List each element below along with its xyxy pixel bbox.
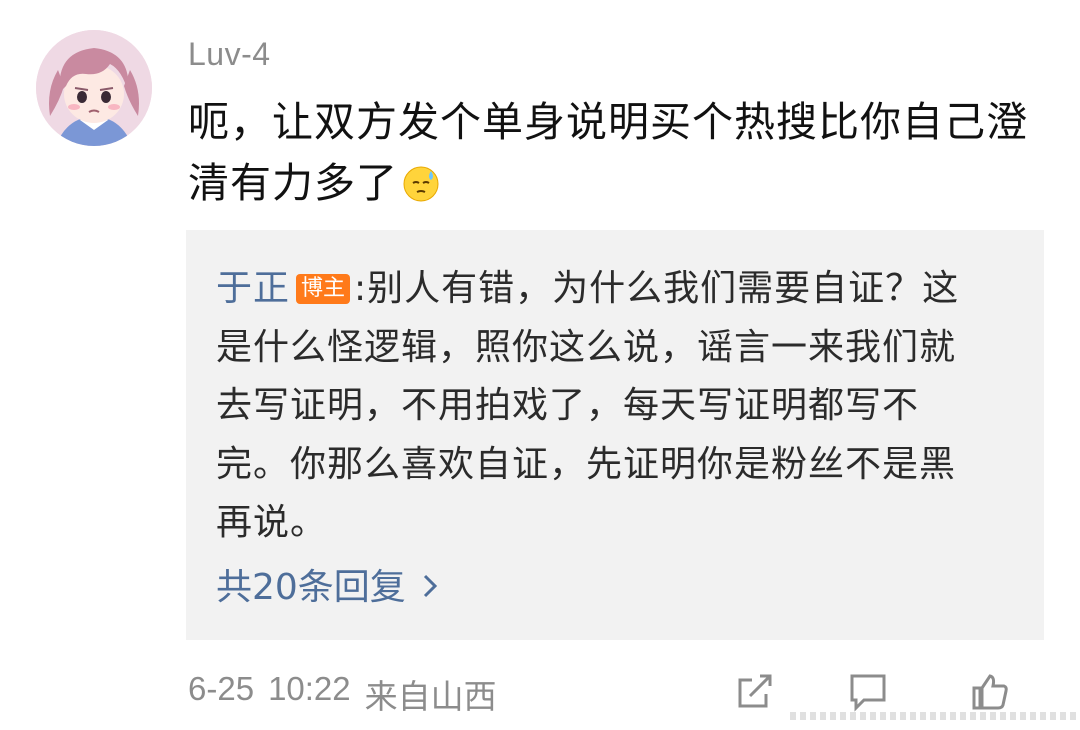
anime-girl-avatar-icon: [36, 30, 152, 146]
sweat-face-emoji-icon: [402, 159, 440, 220]
blogger-badge: 博主: [296, 274, 351, 304]
reply-author[interactable]: 于正: [216, 268, 290, 309]
more-replies-label: 共20条回复: [216, 567, 406, 608]
comment-time: 10:22: [268, 670, 351, 707]
comment-body: 呃，让双方发个单身说明买个热搜比你自己澄清有力多了: [188, 98, 1028, 207]
share-button[interactable]: [736, 672, 776, 716]
share-icon: [738, 674, 772, 708]
comment-date: 6-25: [188, 670, 255, 707]
quoted-reply-box[interactable]: 于正 博主:别人有错，为什么我们需要自证？这是什么怪逻辑，照你这么说，谣言一来我们…: [186, 230, 1044, 640]
comment-location: 来自山西: [364, 677, 497, 716]
thumbs-up-icon: [972, 674, 1008, 710]
chevron-right-icon: [422, 562, 438, 614]
more-replies-link[interactable]: 共20条回复: [216, 562, 438, 614]
reply-text: 别人有错，为什么我们需要自证？这是什么怪逻辑，照你这么说，谣言一来我们就去写证明…: [216, 268, 960, 543]
comment-username[interactable]: Luv-4: [188, 36, 271, 73]
comment-icon: [850, 674, 886, 712]
like-button[interactable]: [970, 672, 1010, 716]
comment-button[interactable]: [848, 672, 888, 716]
reply-separator: :: [354, 268, 368, 309]
user-avatar[interactable]: [36, 30, 152, 146]
watermark-strip: [790, 712, 1080, 720]
reply-content: 于正 博主:别人有错，为什么我们需要自证？这是什么怪逻辑，照你这么说，谣言一来我们…: [216, 260, 986, 553]
comment-meta: 6-25 10:22 来自山西: [188, 670, 497, 718]
comment-text: 呃，让双方发个单身说明买个热搜比你自己澄清有力多了: [188, 92, 1058, 220]
